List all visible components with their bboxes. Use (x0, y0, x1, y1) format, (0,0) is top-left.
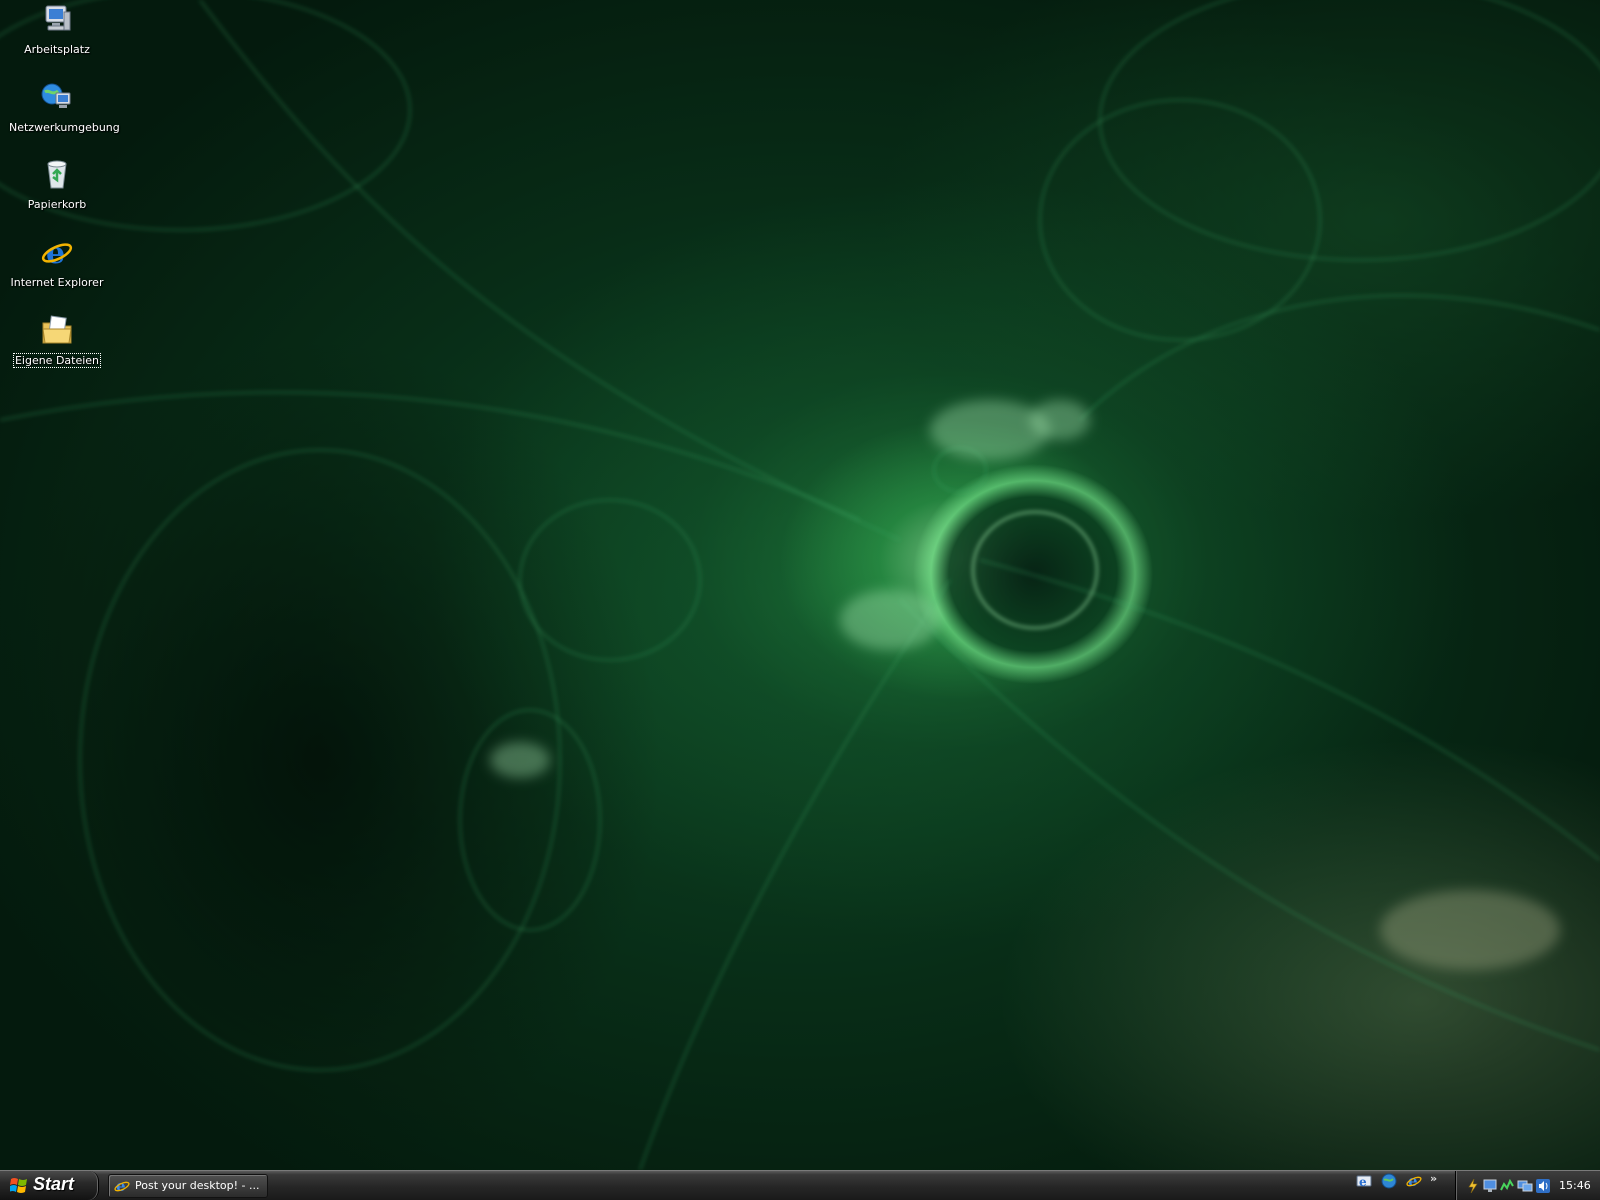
my-computer-icon (45, 5, 71, 31)
desktop-icon-papierkorb[interactable]: Papierkorb (8, 157, 106, 213)
system-tray: 15:46 (1455, 1171, 1600, 1200)
display-icon[interactable] (1483, 1179, 1497, 1193)
desktop-icon-label: Internet Explorer (10, 276, 104, 289)
desktop-icon-netzwerkumgebung[interactable]: Netzwerkumgebung (8, 80, 120, 136)
desktop-icon-label: Arbeitsplatz (24, 43, 90, 56)
outlook-express-icon[interactable]: e (1356, 1173, 1372, 1189)
desktop-icon-arbeitsplatz[interactable]: Arbeitsplatz (8, 2, 106, 58)
network-places-icon (41, 83, 71, 108)
desktop-icon-internet-explorer[interactable]: e Internet Explorer (8, 235, 106, 291)
network-connection-icon[interactable] (1517, 1179, 1533, 1193)
taskbar-task-label: Post your desktop! - ... (135, 1179, 260, 1192)
internet-explorer-icon[interactable]: e (1406, 1173, 1422, 1189)
my-documents-folder-icon (42, 315, 72, 344)
recycle-bin-icon (47, 160, 67, 189)
desktop-icon-label: Eigene Dateien (12, 353, 102, 368)
start-label: Start (33, 1174, 75, 1194)
quick-launch-more-chevron[interactable]: » (1430, 1172, 1437, 1185)
desktop[interactable]: Arbeitsplatz Netzwerkumgebung Papierkorb… (0, 0, 1600, 1170)
network-activity-icon[interactable] (1500, 1179, 1514, 1193)
desktop-icon-eigene-dateien[interactable]: Eigene Dateien (8, 313, 106, 369)
svg-text:e: e (1359, 1175, 1367, 1189)
globe-icon[interactable] (1381, 1173, 1397, 1189)
taskbar-task-button[interactable]: e Post your desktop! - ... (108, 1174, 268, 1198)
internet-explorer-icon: e (114, 1178, 130, 1194)
desktop-icon-label: Netzwerkumgebung (9, 121, 120, 134)
clock[interactable]: 15:46 (1559, 1179, 1591, 1192)
desktop-icon-label: Papierkorb (27, 198, 87, 211)
volume-icon[interactable] (1536, 1179, 1550, 1193)
taskbar: Start e Post your desktop! - ... e e » 1… (0, 1170, 1600, 1200)
svg-text:e: e (46, 236, 65, 269)
start-button[interactable]: Start (0, 1171, 99, 1200)
internet-explorer-icon: e (41, 236, 73, 269)
wallpaper-fractal (0, 0, 1600, 1170)
windows-logo-icon (10, 1178, 27, 1193)
power-icon[interactable] (1466, 1179, 1480, 1193)
